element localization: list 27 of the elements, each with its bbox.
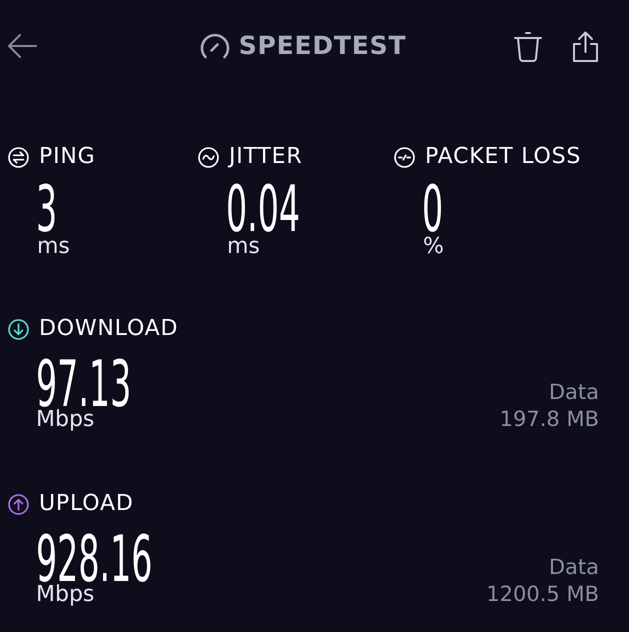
metric-value: 3 <box>36 185 58 235</box>
metric-unit: % <box>423 237 444 257</box>
wave-circle-icon <box>198 146 219 168</box>
metric-label: PING <box>39 145 96 169</box>
metric-value: 0 <box>422 185 444 235</box>
data-label: Data <box>548 379 599 406</box>
speed-unit: Mbps <box>36 410 94 430</box>
metric-value: 0.04 <box>226 185 300 235</box>
metric-unit: ms <box>227 237 260 257</box>
data-label: Data <box>548 554 599 581</box>
share-icon[interactable] <box>572 30 599 62</box>
metric-label: JITTER <box>229 145 302 169</box>
data-amount: 1200.5 MB <box>486 581 599 608</box>
metric-unit: ms <box>37 237 70 257</box>
back-arrow-icon[interactable] <box>7 33 37 59</box>
result-label: DOWNLOAD <box>39 317 178 341</box>
trash-icon[interactable] <box>514 30 542 62</box>
logo-text: SPEEDTEST <box>238 31 406 61</box>
metric-label: PACKET LOSS <box>425 145 582 169</box>
dashed-line-circle-icon <box>394 146 415 168</box>
exchange-arrows-icon <box>8 146 29 168</box>
speed-value: 97.13 <box>36 360 132 410</box>
data-amount: 197.8 MB <box>500 406 599 433</box>
result-label: UPLOAD <box>39 492 134 516</box>
speed-value: 928.16 <box>36 535 152 585</box>
speed-unit: Mbps <box>36 585 94 605</box>
gauge-icon <box>200 33 230 59</box>
